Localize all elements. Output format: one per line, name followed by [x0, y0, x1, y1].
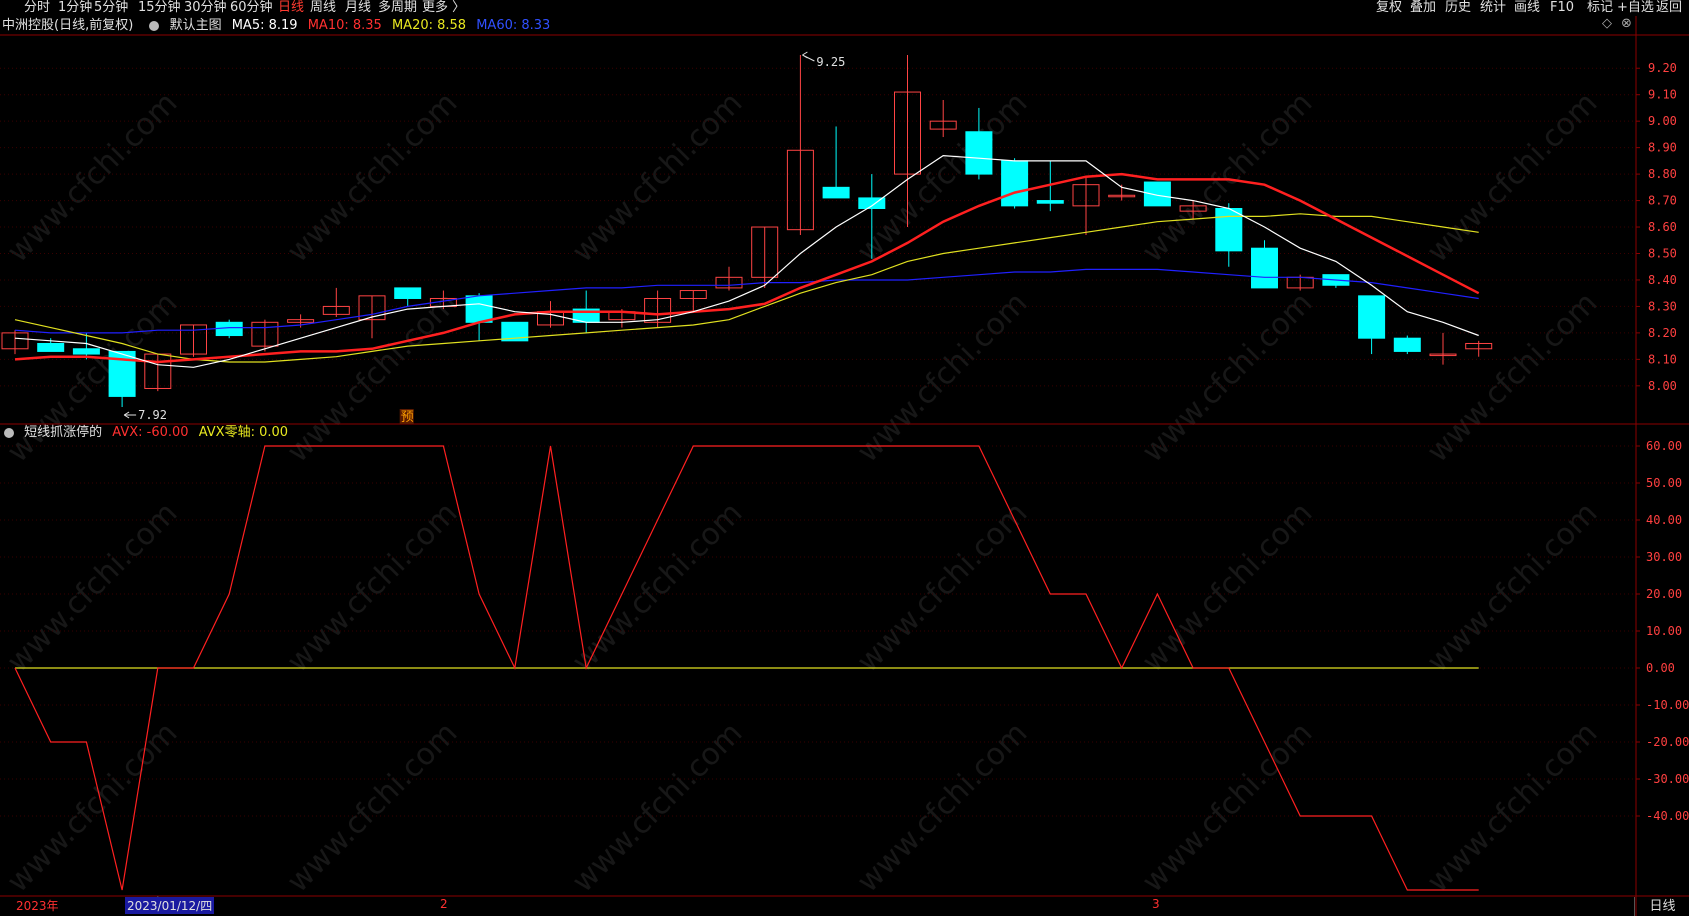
avx-tick-label: 40.00 [1646, 513, 1682, 527]
avx-tick-label: 60.00 [1646, 439, 1682, 453]
avx-tick-label: 30.00 [1646, 550, 1682, 564]
candle-body [1036, 200, 1064, 204]
avx-tick-label: 20.00 [1646, 587, 1682, 601]
avx-tick-label: -20.00 [1646, 735, 1689, 749]
price-tick-label: 8.30 [1648, 299, 1677, 313]
price-tick-label: 8.20 [1648, 326, 1677, 340]
candle-body [394, 287, 422, 299]
price-tick-label: 8.50 [1648, 246, 1677, 260]
candle-body [1358, 295, 1386, 339]
price-tick-label: 9.20 [1648, 61, 1677, 75]
high-arrow [802, 51, 815, 62]
high-price-annotation: 9.25 [816, 55, 845, 69]
candle-body [1251, 247, 1278, 289]
x-label-cursor-date: 2023/01/12/四 [125, 897, 215, 914]
price-tick-label: 8.60 [1648, 220, 1677, 234]
forecast-marker: 预 [401, 410, 414, 425]
bottom-period-tab[interactable]: 日线 [1634, 897, 1689, 916]
price-tick-label: 8.00 [1648, 379, 1677, 393]
candle-body [1001, 160, 1029, 207]
price-tick-label: 8.80 [1648, 167, 1677, 181]
candle-body [215, 321, 243, 337]
price-tick-label: 8.40 [1648, 273, 1677, 287]
price-tick-label: 9.10 [1648, 88, 1677, 102]
kline-chart[interactable]: 9.20 9.10 9.00 8.90 8.80 8.70 8.60 8.50 8.40 8.30… [0, 0, 1689, 916]
avx-tick-label: 0.00 [1646, 661, 1675, 675]
x-label-mar: 3 [1152, 897, 1160, 911]
avx-tick-label: 50.00 [1646, 476, 1682, 490]
candle-body [822, 186, 850, 199]
avx-tick-label: -30.00 [1646, 772, 1689, 786]
price-tick-label: 8.70 [1648, 194, 1677, 208]
candle-body [965, 131, 993, 175]
x-label-feb: 2 [440, 897, 448, 911]
avx-tick-label: 10.00 [1646, 624, 1682, 638]
price-tick-label: 8.10 [1648, 352, 1677, 366]
candle-body [72, 348, 100, 355]
price-tick-label: 9.00 [1648, 114, 1677, 128]
candle-body [37, 342, 65, 352]
candle-body [1393, 337, 1421, 352]
price-tick-label: 8.90 [1648, 141, 1677, 155]
candle-body [1215, 208, 1243, 252]
low-arrow [123, 411, 137, 419]
candle-body [1143, 181, 1171, 207]
low-price-annotation: 7.92 [138, 408, 167, 422]
x-label-year: 2023年 [16, 899, 59, 913]
candle-body [465, 295, 493, 323]
avx-tick-label: -10.00 [1646, 698, 1689, 712]
avx-tick-label: -40.00 [1646, 809, 1689, 823]
